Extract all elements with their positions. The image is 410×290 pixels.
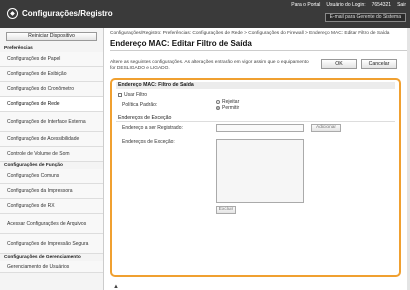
sidebar-item-display[interactable]: Configurações de Exibição: [0, 67, 103, 82]
sidebar-item-paper[interactable]: Configurações de Papel: [0, 52, 103, 67]
delete-button[interactable]: Excluir: [216, 206, 236, 214]
sidebar-item-volume[interactable]: Controle de Volume de Som: [0, 147, 103, 162]
cancel-button[interactable]: Cancelar: [361, 59, 397, 69]
sidebar-section-preferences: Preferências: [4, 46, 33, 51]
page-title: Endereço MAC: Editar Filtro de Saída: [110, 39, 408, 51]
sidebar-item-printer[interactable]: Configurações da Impressora: [0, 184, 103, 199]
sidebar-item-user-management[interactable]: Gerenciamento de Usuários: [0, 261, 103, 273]
sidebar-section-management: Configurações de Gerenciamento: [4, 255, 81, 260]
exception-address-list[interactable]: [216, 139, 304, 203]
main-content: Configurações/Registro: Preferências: Co…: [104, 28, 410, 290]
register-address-input[interactable]: [216, 124, 304, 132]
use-filter-label: Usar Filtro: [124, 91, 148, 98]
reject-radio[interactable]: [216, 99, 220, 104]
sidebar-item-rx[interactable]: Configurações de RX: [0, 199, 103, 214]
notice-text: Altere as seguintes configurações. As al…: [110, 60, 309, 71]
logout-link[interactable]: Sair: [397, 2, 406, 8]
sidebar: Reiniciar Dispositivo Preferências Confi…: [0, 28, 104, 290]
email-admin-button[interactable]: E-mail para Gerente do Sistema: [324, 13, 406, 22]
sidebar-item-common[interactable]: Configurações Comuns: [0, 169, 103, 184]
sidebar-section-functions: Configurações de Função: [4, 163, 63, 168]
policy-row: Política Padrão: Rejeitar Permitir: [116, 98, 395, 112]
breadcrumb: Configurações/Registro: Preferências: Co…: [110, 31, 390, 36]
top-bar: Configurações/Registro Para o Portal Usu…: [0, 0, 410, 28]
exception-list-label: Endereços de Exceção:: [122, 139, 175, 145]
top-links: Para o Portal Usuário do Login: 7654321 …: [291, 2, 406, 8]
ok-button[interactable]: OK: [321, 59, 357, 69]
add-button[interactable]: Adicionar: [311, 124, 341, 132]
policy-allow-option[interactable]: Permitir: [216, 104, 239, 111]
sidebar-item-accessibility[interactable]: Configurações de Acessibilidade: [0, 132, 103, 147]
use-filter-checkbox[interactable]: [118, 92, 122, 97]
allow-label: Permitir: [222, 104, 240, 111]
sidebar-item-timer[interactable]: Configurações do Cronômetro: [0, 82, 103, 97]
settings-logo-icon: [7, 8, 18, 19]
use-filter-row: Usar Filtro: [116, 91, 395, 98]
allow-radio[interactable]: [216, 105, 220, 110]
section-exceptions: Endereços de Exceção: [116, 115, 395, 122]
register-address-label: Endereço a ser Registrado:: [122, 125, 183, 131]
sidebar-item-file-access[interactable]: Acessar Configurações de Arquivos: [0, 214, 103, 234]
login-user-id: 7654321: [371, 2, 392, 8]
sidebar-item-external-interface[interactable]: Configurações de Interface Externa: [0, 112, 103, 132]
login-user-label: Usuário do Login:: [326, 2, 366, 8]
restart-device-button[interactable]: Reiniciar Dispositivo: [6, 32, 97, 41]
policy-label: Política Padrão:: [122, 102, 158, 108]
section-output-filter: Endereço MAC: Filtro de Saída: [116, 82, 395, 89]
sidebar-item-secure-print[interactable]: Configurações de Impressão Segura: [0, 234, 103, 254]
portal-link[interactable]: Para o Portal: [291, 2, 320, 8]
app-title: Configurações/Registro: [22, 9, 113, 18]
exception-body: Endereço a ser Registrado: Adicionar End…: [116, 122, 395, 272]
back-to-top-icon[interactable]: ▲: [113, 284, 119, 290]
filter-panel: Endereço MAC: Filtro de Saída Usar Filtr…: [110, 78, 401, 277]
sidebar-item-network[interactable]: Configurações de Rede: [0, 97, 103, 112]
brand: Configurações/Registro: [7, 8, 113, 19]
